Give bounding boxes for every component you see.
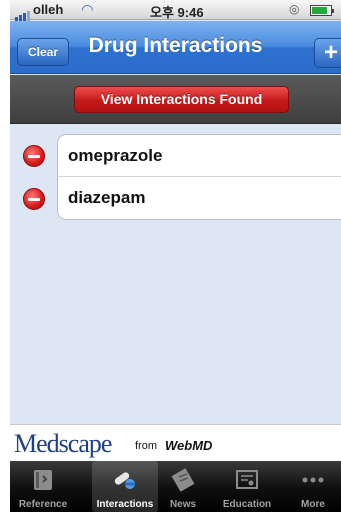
clock: 오후 9:46 <box>150 5 204 20</box>
alarm-icon: ◎ <box>289 2 300 16</box>
drug-cell[interactable]: diazepam <box>57 177 341 220</box>
tab-education[interactable]: Education <box>214 461 280 512</box>
page-title: Drug Interactions <box>88 34 263 57</box>
carrier-name: olleh <box>33 2 64 17</box>
tab-label: Reference <box>18 499 68 510</box>
navigation-bar: Clear Drug Interactions + <box>10 21 341 74</box>
signal-icon <box>15 6 31 21</box>
add-drug-button[interactable]: + <box>314 38 341 68</box>
tab-more[interactable]: More <box>280 461 341 512</box>
banner-from-text: from <box>135 440 157 452</box>
view-interactions-button[interactable]: View Interactions Found <box>74 86 289 113</box>
drug-list: omeprazole diazepam <box>10 124 341 424</box>
list-item[interactable]: diazepam <box>10 177 341 220</box>
tab-label: News <box>169 499 197 510</box>
tab-bar: Reference Interactions News Education Mo… <box>10 461 341 512</box>
tab-interactions[interactable]: Interactions <box>92 461 158 512</box>
tab-label: Interactions <box>96 499 154 510</box>
list-item[interactable]: omeprazole <box>10 134 341 177</box>
remove-icon[interactable] <box>23 188 45 210</box>
battery-icon <box>310 5 334 16</box>
remove-icon[interactable] <box>23 145 45 167</box>
tab-news[interactable]: News <box>150 461 216 512</box>
more-dots-icon <box>302 477 324 483</box>
drug-name: diazepam <box>68 188 146 207</box>
drug-cell[interactable]: omeprazole <box>57 134 341 177</box>
pills-icon <box>114 472 135 489</box>
sponsor-banner[interactable]: Medscape from WebMD <box>10 424 341 461</box>
drug-name: omeprazole <box>68 146 163 165</box>
wifi-icon: ◠ <box>82 1 93 17</box>
webmd-logo: WebMD <box>165 438 213 453</box>
book-icon <box>34 470 52 490</box>
medscape-logo: Medscape <box>14 429 112 458</box>
status-bar: olleh ◠ 오후 9:46 ◎ <box>10 0 341 21</box>
newspaper-icon <box>171 468 195 492</box>
app-frame: olleh ◠ 오후 9:46 ◎ Clear Drug Interaction… <box>10 0 341 512</box>
certificate-icon <box>236 470 258 489</box>
tab-reference[interactable]: Reference <box>10 461 76 512</box>
tab-label: Education <box>222 499 272 510</box>
tab-label: More <box>301 499 325 510</box>
action-bar: View Interactions Found <box>10 75 341 124</box>
